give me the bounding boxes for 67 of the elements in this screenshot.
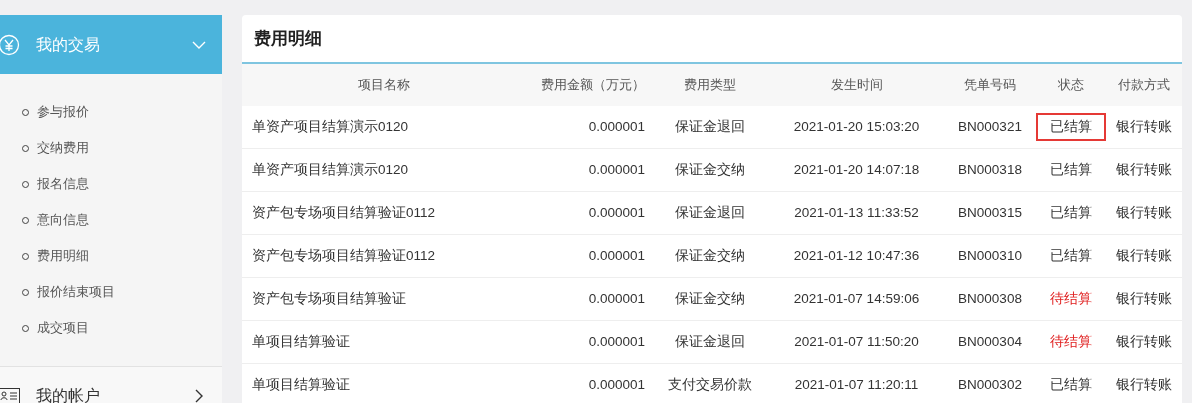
status-cell-text: 已结算 [1049,203,1093,222]
table-cell-text: BN000308 [957,289,1023,308]
table-cell-text: 保证金退回 [674,203,746,222]
table-cell-text: 银行转账 [1115,246,1173,265]
table-cell-text: 0.000001 [587,246,646,265]
table-cell-text: 资产包专场项目结算验证0112 [251,246,437,265]
table-cell-text: 2021-01-12 10:47:36 [792,246,921,265]
table-cell-text: BN000318 [957,160,1023,179]
table-cell-text: 0.000001 [587,375,646,394]
table-cell-text: 银行转账 [1115,289,1173,308]
status-cell-text: 已结算 [1049,160,1093,179]
table-cell-text: 0.000001 [587,289,646,308]
table-cell-text: BN000302 [957,375,1023,394]
status-cell-text: 待结算 [1049,332,1093,351]
table-cell-text: 0.000001 [587,117,646,136]
table-cell-text: BN000315 [957,203,1023,222]
column-header: 项目名称 [356,76,411,95]
column-header: 费用类型 [683,76,737,95]
table-cell-text: 银行转账 [1115,203,1173,222]
table-cell-text: 2021-01-07 11:20:11 [793,375,920,394]
table-cell-text: 2021-01-07 14:59:06 [792,289,921,308]
table-cell-text: 单项目结算验证 [251,332,351,351]
column-header: 费用金额（万元） [540,76,646,95]
table-cell-text: 银行转账 [1115,160,1173,179]
table-cell-text: 0.000001 [587,203,646,222]
table-cell-text: 支付交易价款 [667,375,753,394]
table-cell-text: 资产包专场项目结算验证0112 [251,203,437,222]
submenu-item[interactable]: 费用明细 [0,238,222,274]
status-cell-text: 已结算 [1049,375,1093,394]
submenu-item[interactable]: 意向信息 [0,202,222,238]
table-cell-text: 单资产项目结算演示0120 [251,117,410,136]
table-cell-text: 0.000001 [587,332,646,351]
table-cell-text: BN000321 [957,117,1023,136]
table-cell-text: 银行转账 [1115,375,1173,394]
table-cell-text: 单项目结算验证 [251,375,351,394]
status-cell: 已结算 [1036,112,1106,142]
table-cell-text: 银行转账 [1115,332,1173,351]
table-cell-text: 银行转账 [1115,117,1173,136]
contact-card-icon [0,388,20,403]
submenu-item[interactable]: 交纳费用 [0,130,222,166]
table-cell-text: BN000310 [957,246,1023,265]
column-header: 发生时间 [829,76,884,95]
table-cell-text: 2021-01-20 14:07:18 [792,160,921,179]
panel-title: 费用明细 [254,27,322,50]
table-cell-text: 单资产项目结算演示0120 [251,160,410,179]
submenu-item[interactable]: 成交项目 [0,310,222,346]
column-header: 付款方式 [1117,76,1171,95]
status-cell-text: 待结算 [1049,289,1093,308]
submenu-item[interactable]: 报名信息 [0,166,222,202]
table-cell-text: 保证金退回 [674,332,746,351]
submenu-item[interactable]: 参与报价 [0,94,222,130]
table-cell-text: 保证金退回 [674,117,746,136]
table-cell-text: 保证金交纳 [674,246,746,265]
submenu-item[interactable]: 报价结束项目 [0,274,222,310]
table-cell-text: BN000304 [957,332,1023,351]
table-cell-text: 2021-01-13 11:33:52 [793,203,920,222]
table-cell-text: 2021-01-20 15:03:20 [792,117,921,136]
status-cell-text: 已结算 [1049,246,1093,265]
table-cell-text: 保证金交纳 [674,160,746,179]
column-header: 凭单号码 [963,76,1017,95]
column-header: 状态 [1057,76,1085,95]
table-cell-text: 0.000001 [587,160,646,179]
table-cell-text: 资产包专场项目结算验证 [251,289,407,308]
menu-group-header[interactable]: 我的帐户 [0,366,222,403]
yuan-icon [0,33,20,56]
table-cell-text: 保证金交纳 [674,289,746,308]
table-cell-text: 2021-01-07 11:50:20 [793,332,920,351]
